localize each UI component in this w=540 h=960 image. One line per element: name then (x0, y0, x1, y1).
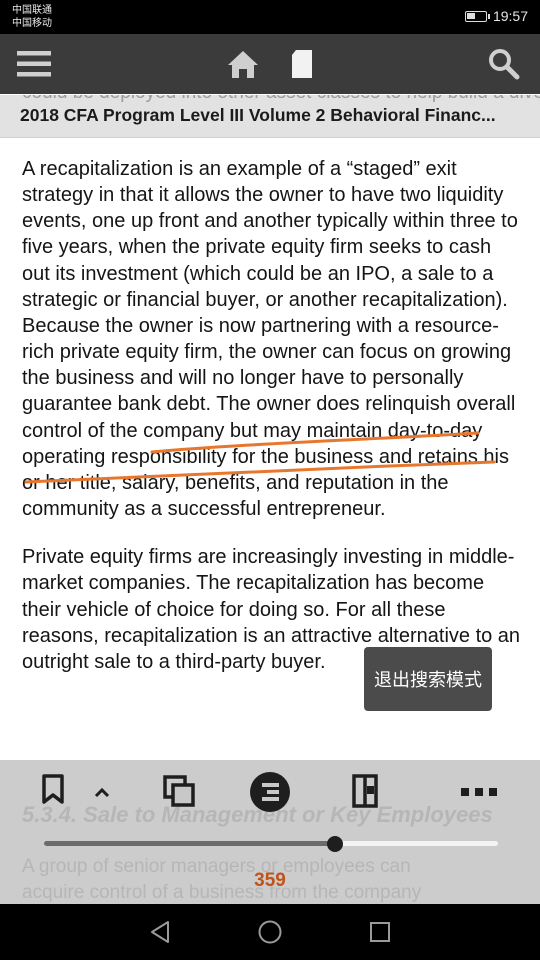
hamburger-menu-icon[interactable] (16, 44, 52, 84)
bookmark-icon[interactable] (40, 772, 66, 806)
carrier-2: 中国移动 (12, 18, 52, 29)
top-toolbar (0, 34, 540, 94)
slider-fill (44, 841, 335, 846)
back-icon[interactable] (146, 918, 174, 946)
page-layout-icon[interactable] (350, 772, 380, 810)
battery-icon (464, 10, 490, 22)
book-title: 2018 CFA Program Level III Volume 2 Beha… (20, 105, 496, 125)
book-title-bar[interactable]: could be deployed into other asset class… (0, 95, 540, 138)
previous-text-fragment: could be deployed into other asset class… (22, 95, 540, 103)
home-icon[interactable] (226, 44, 260, 84)
table-of-contents-icon[interactable] (248, 770, 292, 814)
exit-search-mode-button[interactable]: 退出搜索模式 (364, 647, 492, 711)
more-icon[interactable] (458, 782, 500, 802)
page-progress-slider[interactable] (44, 836, 498, 852)
reading-content: A recapitalization is an example of a “s… (22, 156, 522, 697)
status-bar: 中国联通 中国移动 19:57 (0, 0, 540, 34)
paragraph-1: A recapitalization is an example of a “s… (22, 158, 518, 521)
battery-level-fill (466, 12, 475, 19)
exit-search-mode-label: 退出搜索模式 (374, 670, 482, 691)
home-circle-icon[interactable] (256, 918, 284, 946)
clock: 19:57 (492, 8, 528, 24)
carrier-1: 中国联通 (12, 5, 52, 16)
system-navigation-bar (0, 904, 540, 960)
copy-pages-icon[interactable] (160, 772, 198, 810)
carrier-labels: 中国联通 中国移动 (12, 4, 52, 30)
recents-icon[interactable] (366, 918, 394, 946)
slider-thumb[interactable] (326, 836, 343, 852)
search-icon[interactable] (486, 44, 522, 84)
page-number: 359 (254, 870, 286, 891)
document-icon[interactable] (288, 44, 316, 84)
chevron-up-icon[interactable] (92, 782, 112, 802)
